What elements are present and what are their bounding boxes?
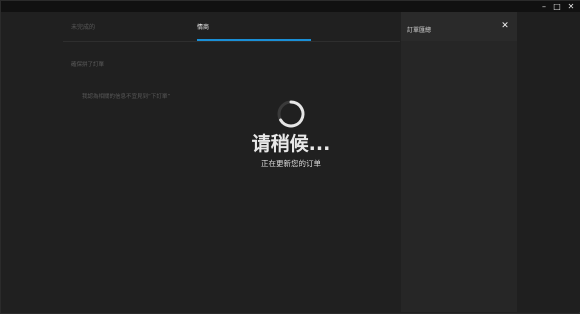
right-margin-area: [517, 12, 580, 312]
maximize-button[interactable]: □: [550, 1, 564, 12]
order-summary-panel: 訂單匯總 ✕: [401, 12, 517, 312]
tab-active[interactable]: 情商: [197, 24, 209, 32]
close-icon[interactable]: ✕: [500, 21, 510, 31]
minimize-button[interactable]: –: [537, 1, 551, 12]
tab-unfinished[interactable]: 未完成的: [71, 24, 95, 32]
title-bar: – □ ✕: [1, 1, 580, 12]
loading-title: 请稍候...: [251, 133, 331, 155]
order-summary-title: 訂單匯總: [407, 27, 432, 34]
app-window: – □ ✕ 未完成的 情商 確保拼了訂單 我認為相關的信息不宜見到“下訂單” 訂…: [0, 0, 580, 314]
loading-overlay: 请稍候... 正在更新您的订单: [231, 97, 351, 177]
loading-subtitle: 正在更新您的订单: [261, 159, 321, 168]
section-title: 確保拼了訂單: [71, 62, 105, 68]
close-window-button[interactable]: ✕: [564, 1, 578, 12]
order-summary-header: 訂單匯總 ✕: [401, 12, 517, 41]
empty-state-hint: 我認為相關的信息不宜見到“下訂單”: [82, 94, 171, 100]
tab-bar: 未完成的 情商: [63, 12, 400, 42]
active-tab-indicator: [197, 39, 311, 41]
loading-spinner-icon: [277, 100, 305, 128]
